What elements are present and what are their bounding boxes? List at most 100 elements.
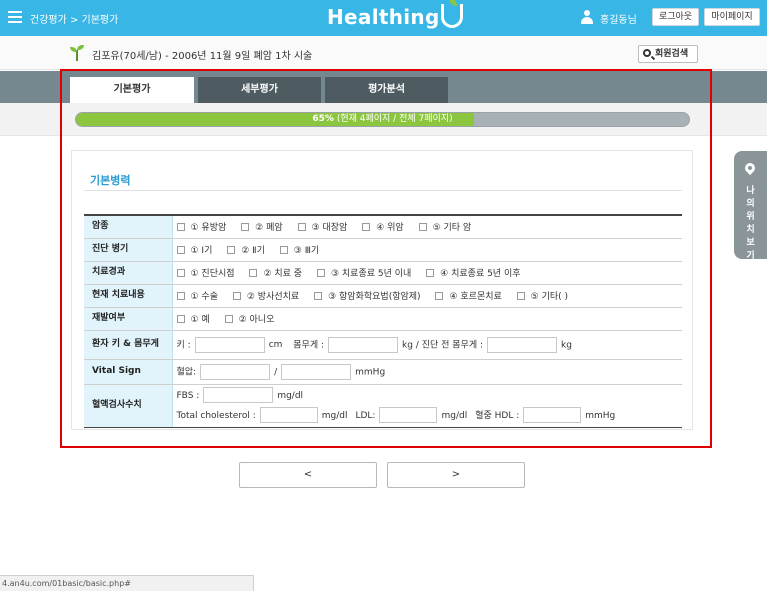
option-stage-3[interactable]: ③ Ⅲ기 (279, 243, 319, 256)
checkbox[interactable] (241, 223, 250, 232)
label-treatment-progress: 치료경과 (84, 260, 173, 285)
bp-separator: / (274, 367, 278, 377)
tab-basic-assessment[interactable]: 기본평가 (70, 77, 194, 103)
patient-info: 김포유(70세/남) - 2006년 11월 9일 폐암 1차 시술 (92, 51, 313, 62)
next-page-button[interactable]: > (387, 462, 525, 488)
checkbox[interactable] (314, 292, 323, 300)
patient-bar: 김포유(70세/남) - 2006년 11월 9일 폐암 1차 시술 회원검색 (0, 36, 767, 70)
basic-history-form: 암종 ① 유방암 ② 폐암 ③ 대장암 ④ 위암 ⑤ 기타 암 진단 병기 ① … (84, 214, 682, 428)
cholesterol-label: Total cholesterol : (176, 410, 256, 421)
search-icon (643, 49, 651, 57)
option-chemotherapy[interactable]: ③ 항암화학요법(항암제) (314, 289, 421, 302)
progress-bar: 65% (현재 4페이지 / 전체 7페이지) (75, 112, 690, 127)
checkbox[interactable] (362, 223, 371, 232)
option-after-5-years[interactable]: ④ 치료종료 5년 이후 (426, 266, 521, 279)
option-stomach-cancer[interactable]: ④ 위암 (362, 220, 404, 233)
prev-page-button[interactable]: < (239, 462, 377, 488)
label-cancer-type: 암종 (84, 214, 173, 239)
mypage-button[interactable]: 마이페이지 (704, 8, 760, 26)
bp-systolic-input[interactable] (200, 363, 271, 380)
breadcrumb: 건강평가 > 기본평가 (30, 15, 119, 26)
option-lung-cancer[interactable]: ② 폐암 (241, 220, 283, 233)
row-treatment-progress: 치료경과 ① 진단시점 ② 치료 중 ③ 치료종료 5년 이내 ④ 치료종료 5… (84, 260, 682, 285)
label-vital-sign: Vital Sign (84, 358, 173, 385)
progress-band: 65% (현재 4페이지 / 전체 7페이지) (0, 103, 767, 136)
option-breast-cancer[interactable]: ① 유방암 (176, 220, 226, 233)
my-location-tab[interactable]: 나의위치보기 (734, 151, 767, 261)
vital-sign-fields: 혈압: / mmHg (172, 358, 682, 385)
weight-label: 몸무게 : (293, 340, 325, 350)
option-radiation[interactable]: ② 방사선치료 (232, 289, 299, 302)
checkbox[interactable] (516, 292, 525, 300)
row-cancer-type: 암종 ① 유방암 ② 폐암 ③ 대장암 ④ 위암 ⑤ 기타 암 (84, 214, 682, 239)
option-stage-1[interactable]: ① Ⅰ기 (176, 243, 212, 256)
checkbox[interactable] (435, 292, 444, 300)
option-no[interactable]: ② 아니오 (224, 312, 274, 325)
row-body-measure: 환자 키 & 몸무게 키 : cm 몸무게 : kg / 진단 전 몸무게 : kg (84, 329, 682, 360)
section-title: 기본병력 (90, 174, 131, 187)
option-surgery[interactable]: ① 수술 (176, 289, 218, 302)
height-input[interactable] (194, 336, 265, 353)
pre-weight-input[interactable] (487, 336, 557, 353)
logout-button[interactable]: 로그아웃 (652, 8, 699, 26)
checkbox[interactable] (418, 223, 427, 232)
fbs-unit: mg/dl (277, 390, 304, 401)
height-unit: cm (268, 340, 283, 350)
healthing-logo[interactable]: Healthing (327, 0, 463, 29)
user-name: 홍길동님 (600, 15, 637, 26)
status-bar-url: 4.an4u.com/01basic/basic.php# (0, 575, 254, 591)
checkbox[interactable] (176, 246, 185, 254)
option-stage-2[interactable]: ② Ⅱ기 (227, 243, 265, 256)
member-search-button[interactable]: 회원검색 (638, 45, 698, 63)
my-location-label: 나의위치보기 (746, 186, 755, 261)
ldl-input[interactable] (379, 407, 438, 423)
option-in-treatment[interactable]: ② 치료 중 (249, 266, 302, 279)
hdl-input[interactable] (523, 407, 582, 423)
bp-diastolic-input[interactable] (281, 363, 352, 380)
label-blood-test: 혈액검사수치 (84, 383, 173, 428)
checkbox[interactable] (176, 315, 185, 323)
checkbox[interactable] (426, 269, 435, 277)
option-within-5-years[interactable]: ③ 치료종료 5년 이내 (316, 266, 411, 279)
option-colon-cancer[interactable]: ③ 대장암 (297, 220, 347, 233)
hdl-label: 혈중 HDL : (475, 410, 520, 421)
logo-u-icon (440, 0, 463, 28)
cancer-type-options: ① 유방암 ② 폐암 ③ 대장암 ④ 위암 ⑤ 기타 암 (172, 214, 682, 239)
treatment-progress-options: ① 진단시점 ② 치료 중 ③ 치료종료 5년 이내 ④ 치료종료 5년 이후 (172, 260, 682, 285)
option-other-cancer[interactable]: ⑤ 기타 암 (418, 220, 471, 233)
cholesterol-unit: mg/dl (321, 410, 348, 421)
height-label: 키 : (176, 340, 191, 350)
checkbox[interactable] (224, 315, 233, 323)
tab-assessment-analysis[interactable]: 평가분석 (325, 77, 448, 103)
label-current-treatment: 현재 치료내용 (84, 283, 173, 308)
checkbox[interactable] (279, 246, 288, 254)
bp-unit: mmHg (355, 367, 386, 377)
weight-input[interactable] (328, 336, 399, 353)
tab-detail-assessment[interactable]: 세부평가 (198, 77, 321, 103)
fbs-label: FBS : (176, 390, 200, 401)
current-treatment-options: ① 수술 ② 방사선치료 ③ 항암화학요법(항암제) ④ 호르몬치료 ⑤ 기타(… (172, 283, 682, 308)
row-blood-test: 혈액검사수치 FBS : mg/dl Total cholesterol : mg/… (84, 383, 682, 428)
checkbox[interactable] (297, 223, 306, 232)
option-at-diagnosis[interactable]: ① 진단시점 (176, 266, 235, 279)
checkbox[interactable] (176, 223, 185, 232)
checkbox[interactable] (316, 269, 325, 277)
option-hormone[interactable]: ④ 호르몬치료 (435, 289, 502, 302)
ldl-unit: mg/dl (441, 410, 468, 421)
diagnosis-stage-options: ① Ⅰ기 ② Ⅱ기 ③ Ⅲ기 (172, 237, 682, 262)
row-recurrence: 재발여부 ① 예 ② 아니오 (84, 306, 682, 331)
tab-band: 기본평가 세부평가 평가분석 (0, 71, 767, 103)
checkbox[interactable] (232, 292, 241, 300)
checkbox[interactable] (227, 246, 236, 254)
cholesterol-input[interactable] (259, 407, 318, 423)
checkbox[interactable] (176, 269, 185, 277)
checkbox[interactable] (176, 292, 185, 300)
menu-icon[interactable] (8, 11, 22, 23)
option-yes[interactable]: ① 예 (176, 312, 210, 325)
fbs-input[interactable] (203, 387, 274, 403)
weight-unit: kg / 진단 전 몸무게 : (402, 340, 483, 350)
pre-weight-unit: kg (561, 340, 572, 350)
row-current-treatment: 현재 치료내용 ① 수술 ② 방사선치료 ③ 항암화학요법(항암제) ④ 호르몬… (84, 283, 682, 308)
option-other-treatment[interactable]: ⑤ 기타( ) (516, 289, 568, 302)
checkbox[interactable] (249, 269, 258, 277)
